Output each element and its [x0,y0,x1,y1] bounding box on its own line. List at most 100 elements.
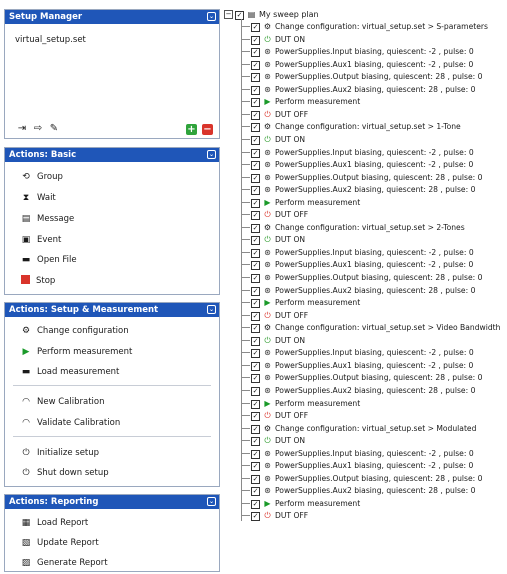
checkbox[interactable]: ✓ [251,135,260,145]
checkbox[interactable]: ✓ [251,437,260,447]
checkbox[interactable]: ✓ [251,198,260,208]
action-generate-report[interactable]: ▨ Generate Report [19,556,108,570]
tree-node[interactable]: ✓ ⊛ PowerSupplies.Output biasing, quiescen… [242,172,482,183]
action-perform-measurement[interactable]: ▶ Perform measurement [19,345,133,359]
action-message[interactable]: ▤ Message [19,212,75,226]
checkbox[interactable]: ✓ [251,499,260,509]
checkbox[interactable]: ✓ [251,399,260,409]
tree-node[interactable]: ✓ ⊛ PowerSupplies.Output biasing, quiescen… [242,71,482,83]
checkbox[interactable]: ✓ [251,60,260,70]
action-open-file[interactable]: ▬ Open File [19,253,77,267]
edit-setup-icon[interactable]: ✎ [47,122,61,136]
tree-node[interactable]: ✓ ⏻ DUT OFF [242,510,308,522]
collapse-icon[interactable]: ⌄ [207,497,216,506]
tree-node[interactable]: ✓ ⊛ PowerSupplies.Aux2 biasing, quiescent:… [242,485,475,497]
tree-node[interactable]: ✓ ⏻ DUT ON [242,435,305,447]
action-event[interactable]: ▣ Event [19,233,62,247]
tree-node[interactable]: ✓ ⏻ DUT ON [242,34,305,45]
checkbox[interactable]: ✓ [251,186,260,196]
checkbox[interactable]: ✓ [251,161,260,171]
action-stop[interactable]: Stop [19,274,55,288]
checkbox[interactable]: ✓ [251,386,260,396]
action-load-report[interactable]: ▦ Load Report [19,516,89,530]
setup-list-item[interactable]: virtual_setup.set [9,27,215,45]
checkbox[interactable]: ✓ [251,85,260,95]
action-change-configuration[interactable]: ⚙ Change configuration [19,324,129,338]
checkbox[interactable]: ✓ [251,349,260,359]
collapse-icon[interactable]: ⌄ [207,12,216,21]
action-load-measurement[interactable]: ▬ Load measurement [19,365,120,379]
tree-node[interactable]: ✓ ⏻ DUT OFF [242,109,308,120]
tree-node[interactable]: ✓ ▶ Perform measurement [242,498,360,509]
tree-node[interactable]: ✓ ⏻ DUT ON [242,335,305,346]
collapse-icon[interactable]: ⌄ [207,305,216,314]
checkbox[interactable]: ✓ [251,248,260,258]
actions-reporting-header[interactable]: Actions: Reporting ⌄ [5,495,219,509]
tree-node[interactable]: ✓ ⏻ DUT OFF [242,410,308,422]
checkbox[interactable]: ✓ [251,35,260,45]
tree-node[interactable]: ✓ ⊛ PowerSupplies.Output biasing, quiescen… [242,272,482,283]
tree-node[interactable]: ✓ ⊛ PowerSupplies.Input biasing, quiescent… [242,247,474,258]
action-validate-calibration[interactable]: ◠ Validate Calibration [19,416,120,430]
tree-node[interactable]: ✓ ⊛ PowerSupplies.Input biasing, quiescent… [242,347,474,359]
checkbox[interactable]: ✓ [251,324,260,334]
action-wait[interactable]: ⧗ Wait [19,191,56,205]
tree-node[interactable]: ✓ ⊛ PowerSupplies.Aux1 biasing, quiescent:… [242,59,473,70]
import-setup-icon[interactable]: ⇥ [15,122,29,136]
checkbox[interactable]: ✓ [251,223,260,233]
action-group[interactable]: ⟲ Group [19,170,63,184]
tree-node[interactable]: ✓ ⚙ Change configuration: virtual_setup.se… [242,21,488,32]
checkbox[interactable]: ✓ [251,512,260,522]
checkbox[interactable]: ✓ [251,98,260,108]
tree-node[interactable]: ✓ ⊛ PowerSupplies.Output biasing, quiescen… [242,473,482,484]
checkbox[interactable]: ✓ [251,361,260,371]
tree-root[interactable]: − ✓ ▤ My sweep plan [224,9,319,20]
tree-node[interactable]: ✓ ⚙ Change configuration: virtual_setup.se… [242,423,476,434]
checkbox[interactable]: ✓ [251,23,260,32]
tree-node[interactable]: ✓ ⊛ PowerSupplies.Input biasing, quiescent… [242,448,474,459]
tree-node[interactable]: ✓ ⊛ PowerSupplies.Aux1 biasing, quiescent:… [242,360,473,371]
checkbox[interactable]: ✓ [251,311,260,321]
action-initialize-setup[interactable]: ⏻ Initialize setup [19,446,99,460]
checkbox[interactable]: ✓ [251,299,260,309]
tree-node[interactable]: ✓ ⏻ DUT OFF [242,209,308,221]
checkbox[interactable]: ✓ [251,110,260,120]
collapse-tree-icon[interactable]: − [224,10,233,19]
actions-setup-header[interactable]: Actions: Setup & Measurement ⌄ [5,303,219,317]
checkbox[interactable]: ✓ [251,211,260,221]
checkbox[interactable]: ✓ [251,336,260,346]
tree-node[interactable]: ✓ ⚙ Change configuration: virtual_setup.se… [242,322,500,334]
tree-node[interactable]: ✓ ⊛ PowerSupplies.Input biasing, quiescent… [242,46,474,58]
checkbox[interactable]: ✓ [251,462,260,472]
tree-node[interactable]: ✓ ⏻ DUT ON [242,134,305,145]
checkbox[interactable]: ✓ [251,236,260,246]
action-new-calibration[interactable]: ◠ New Calibration [19,395,104,409]
export-setup-icon[interactable]: ⇨ [31,122,45,136]
tree-node[interactable]: ✓ ⊛ PowerSupplies.Aux2 biasing, quiescent:… [242,285,475,296]
checkbox[interactable]: ✓ [251,424,260,434]
checkbox[interactable]: ✓ [251,286,260,296]
checkbox[interactable]: ✓ [251,274,260,283]
add-setup-button[interactable]: + [186,124,197,135]
checkbox[interactable]: ✓ [251,487,260,497]
tree-node[interactable]: ✓ ⚙ Change configuration: virtual_setup.se… [242,222,465,233]
checkbox[interactable]: ✓ [251,148,260,158]
checkbox[interactable]: ✓ [251,48,260,58]
tree-node[interactable]: ✓ ⊛ PowerSupplies.Aux2 biasing, quiescent:… [242,184,475,196]
collapse-icon[interactable]: ⌄ [207,150,216,159]
checkbox[interactable]: ✓ [251,123,260,133]
tree-node[interactable]: ✓ ⊛ PowerSupplies.Input biasing, quiescent… [242,147,474,158]
tree-node[interactable]: ✓ ▶ Perform measurement [242,398,360,409]
delete-setup-button[interactable]: − [202,124,213,135]
action-shut-down-setup[interactable]: ⏻ Shut down setup [19,466,108,480]
checkbox[interactable]: ✓ [235,11,244,20]
tree-node[interactable]: ✓ ▶ Perform measurement [242,96,360,108]
checkbox[interactable]: ✓ [251,412,260,422]
tree-node[interactable]: ✓ ⊛ PowerSupplies.Aux1 biasing, quiescent:… [242,259,473,271]
tree-node[interactable]: ✓ ⏻ DUT ON [242,234,305,246]
tree-node[interactable]: ✓ ⊛ PowerSupplies.Aux2 biasing, quiescent:… [242,385,475,396]
checkbox[interactable]: ✓ [251,173,260,183]
actions-basic-header[interactable]: Actions: Basic ⌄ [5,148,219,162]
checkbox[interactable]: ✓ [251,449,260,459]
tree-node[interactable]: ✓ ⊛ PowerSupplies.Aux2 biasing, quiescent:… [242,84,475,95]
